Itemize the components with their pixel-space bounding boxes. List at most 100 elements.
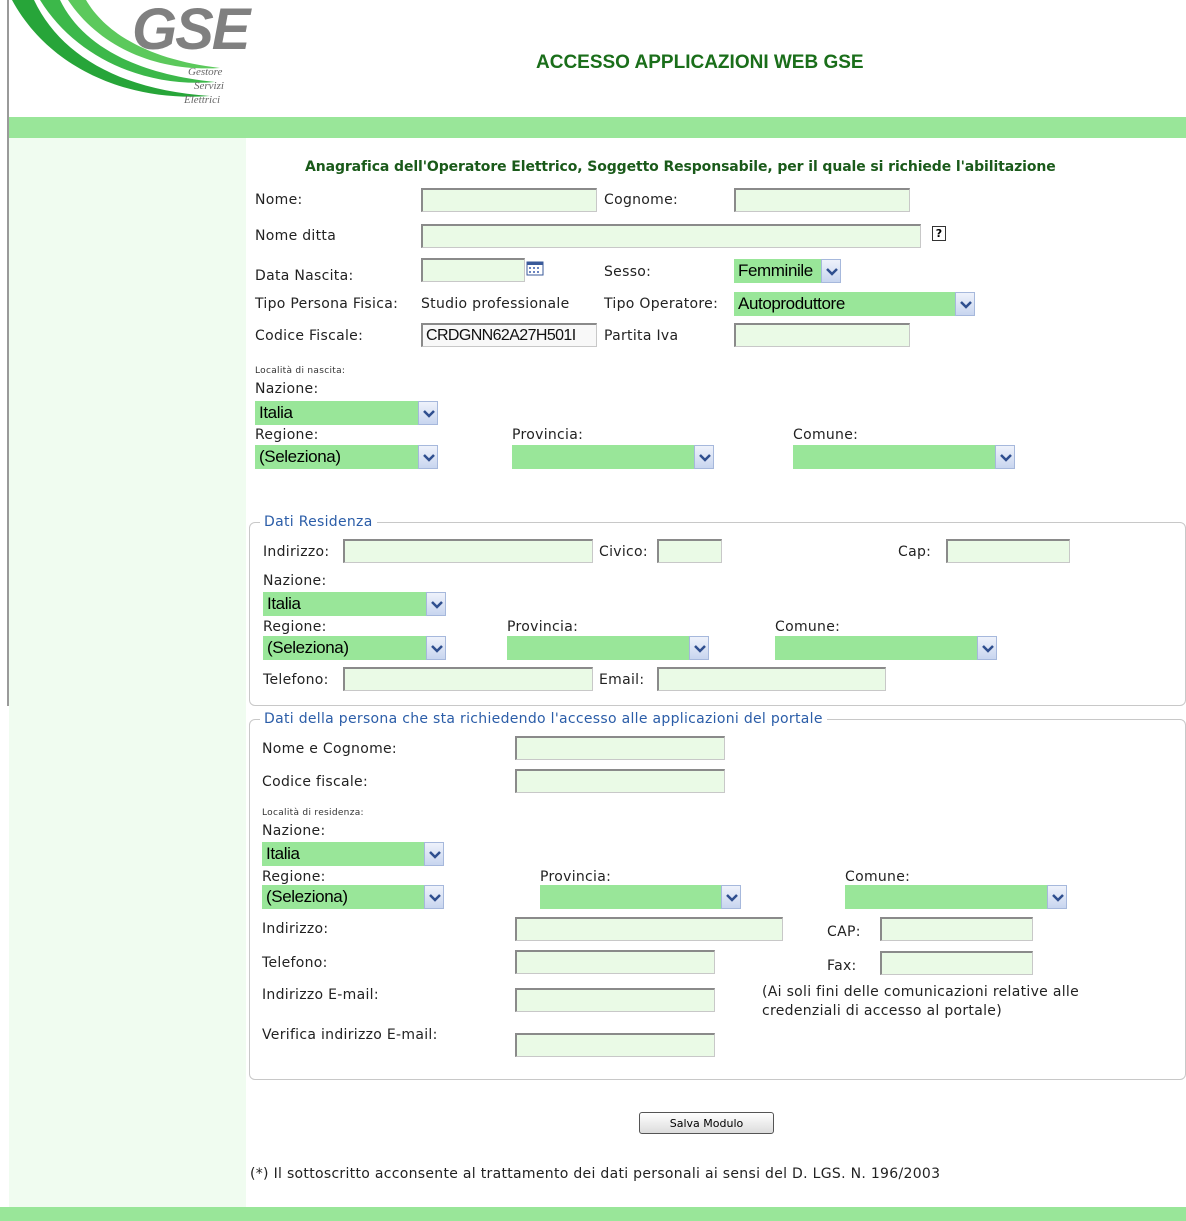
nome-ditta-label: Nome ditta (255, 228, 337, 244)
partita-iva-input[interactable] (734, 323, 910, 347)
richiedente-legend: Dati della persona che sta richiedendo l… (264, 711, 823, 727)
chevron-down-icon[interactable] (1047, 885, 1067, 909)
regione-value: (Seleziona) (259, 447, 341, 466)
ric-indirizzo-label: Indirizzo: (262, 921, 329, 937)
ric-localita-label: Località di residenza: (262, 808, 364, 818)
tipo-operatore-label: Tipo Operatore: (604, 296, 719, 312)
res-regione-value: (Seleziona) (267, 638, 349, 657)
nazione-value: Italia (259, 403, 293, 422)
comune-select[interactable] (793, 445, 1015, 469)
codice-fiscale-input[interactable] (421, 323, 597, 347)
ric-indirizzo-input[interactable] (515, 917, 783, 941)
res-nazione-value: Italia (267, 594, 301, 613)
res-telefono-input[interactable] (343, 667, 593, 691)
res-provincia-select[interactable] (507, 636, 709, 660)
chevron-down-icon[interactable] (821, 259, 841, 283)
ric-telefono-input[interactable] (515, 950, 715, 974)
nazione-label: Nazione: (255, 381, 319, 397)
ric-regione-value: (Seleziona) (266, 887, 348, 906)
sesso-value: Femminile (738, 261, 813, 280)
data-nascita-label: Data Nascita: (255, 268, 354, 284)
res-nazione-label: Nazione: (263, 573, 327, 589)
ric-nome-cognome-input[interactable] (515, 736, 725, 760)
ric-fax-input[interactable] (880, 951, 1033, 975)
ric-cap-label: CAP: (827, 924, 861, 940)
codice-fiscale-label: Codice Fiscale: (255, 328, 364, 344)
page-title: ACCESSO APPLICAZIONI WEB GSE (536, 52, 864, 73)
chevron-down-icon[interactable] (977, 636, 997, 660)
gse-logo: GSE Gestore Servizi Elettrici (10, 0, 250, 117)
nome-ditta-input[interactable] (421, 224, 921, 248)
tipo-operatore-value: Autoproduttore (738, 294, 845, 313)
chevron-down-icon[interactable] (418, 445, 438, 469)
help-icon[interactable]: ? (932, 226, 946, 241)
nazione-select[interactable]: Italia (255, 401, 438, 425)
partita-iva-label: Partita Iva (604, 328, 679, 344)
res-email-input[interactable] (657, 667, 886, 691)
provincia-select[interactable] (512, 445, 714, 469)
ric-comune-label: Comune: (845, 869, 911, 885)
nome-input[interactable] (421, 188, 597, 212)
gse-logo-text: GSE (132, 0, 250, 62)
ric-regione-label: Regione: (262, 869, 326, 885)
res-cap-input[interactable] (946, 539, 1070, 563)
ric-nazione-label: Nazione: (262, 823, 326, 839)
chevron-down-icon[interactable] (694, 445, 714, 469)
gse-logo-sub-2: Servizi (194, 80, 224, 92)
chevron-down-icon[interactable] (426, 592, 446, 616)
left-sidebar (9, 138, 246, 1208)
tipo-operatore-select[interactable]: Autoproduttore (734, 292, 975, 316)
ric-nazione-select[interactable]: Italia (262, 842, 444, 866)
cognome-label: Cognome: (604, 192, 679, 208)
residenza-legend: Dati Residenza (264, 514, 373, 530)
res-regione-select[interactable]: (Seleziona) (263, 636, 446, 660)
ric-telefono-label: Telefono: (262, 955, 328, 971)
ric-nome-cognome-label: Nome e Cognome: (262, 741, 397, 757)
res-indirizzo-label: Indirizzo: (263, 544, 330, 560)
res-comune-select[interactable] (775, 636, 997, 660)
calendar-icon[interactable] (526, 260, 544, 276)
save-button[interactable]: Salva Modulo (639, 1112, 774, 1134)
localita-nascita-label: Località di nascita: (255, 366, 346, 376)
provincia-label: Provincia: (512, 427, 584, 443)
ric-provincia-label: Provincia: (540, 869, 612, 885)
res-regione-label: Regione: (263, 619, 327, 635)
res-indirizzo-input[interactable] (343, 539, 593, 563)
chevron-down-icon[interactable] (995, 445, 1015, 469)
chevron-down-icon[interactable] (418, 401, 438, 425)
ric-verifica-email-label: Verifica indirizzo E-mail: (262, 1027, 438, 1043)
regione-label: Regione: (255, 427, 319, 443)
chevron-down-icon[interactable] (689, 636, 709, 660)
chevron-down-icon[interactable] (721, 885, 741, 909)
ric-provincia-select[interactable] (540, 885, 741, 909)
ric-regione-select[interactable]: (Seleziona) (262, 885, 444, 909)
ric-fax-label: Fax: (827, 958, 857, 974)
ric-codice-fiscale-input[interactable] (515, 769, 725, 793)
res-civico-input[interactable] (657, 539, 722, 563)
ric-nazione-value: Italia (266, 844, 300, 863)
regione-select[interactable]: (Seleziona) (255, 445, 438, 469)
ric-cap-input[interactable] (880, 917, 1033, 941)
chevron-down-icon[interactable] (426, 636, 446, 660)
cognome-input[interactable] (734, 188, 910, 212)
chevron-down-icon[interactable] (424, 885, 444, 909)
gse-logo-sub-1: Gestore (188, 66, 223, 78)
chevron-down-icon[interactable] (955, 292, 975, 316)
chevron-down-icon[interactable] (424, 842, 444, 866)
ric-email-input[interactable] (515, 988, 715, 1012)
data-nascita-input[interactable] (421, 258, 525, 282)
header-green-bar (9, 117, 1186, 138)
ric-verifica-email-input[interactable] (515, 1033, 715, 1057)
res-comune-label: Comune: (775, 619, 841, 635)
res-nazione-select[interactable]: Italia (263, 592, 446, 616)
gse-logo-sub-3: Elettrici (184, 94, 221, 106)
consent-text: (*) Il sottoscritto acconsente al tratta… (250, 1166, 941, 1182)
ric-email-note-2: credenziali di accesso al portale) (762, 1003, 1002, 1019)
sesso-select[interactable]: Femminile (734, 259, 841, 283)
res-telefono-label: Telefono: (263, 672, 329, 688)
res-cap-label: Cap: (898, 544, 932, 560)
res-provincia-label: Provincia: (507, 619, 579, 635)
res-email-label: Email: (599, 672, 645, 688)
tipo-persona-value: Studio professionale (421, 296, 570, 312)
ric-comune-select[interactable] (845, 885, 1067, 909)
